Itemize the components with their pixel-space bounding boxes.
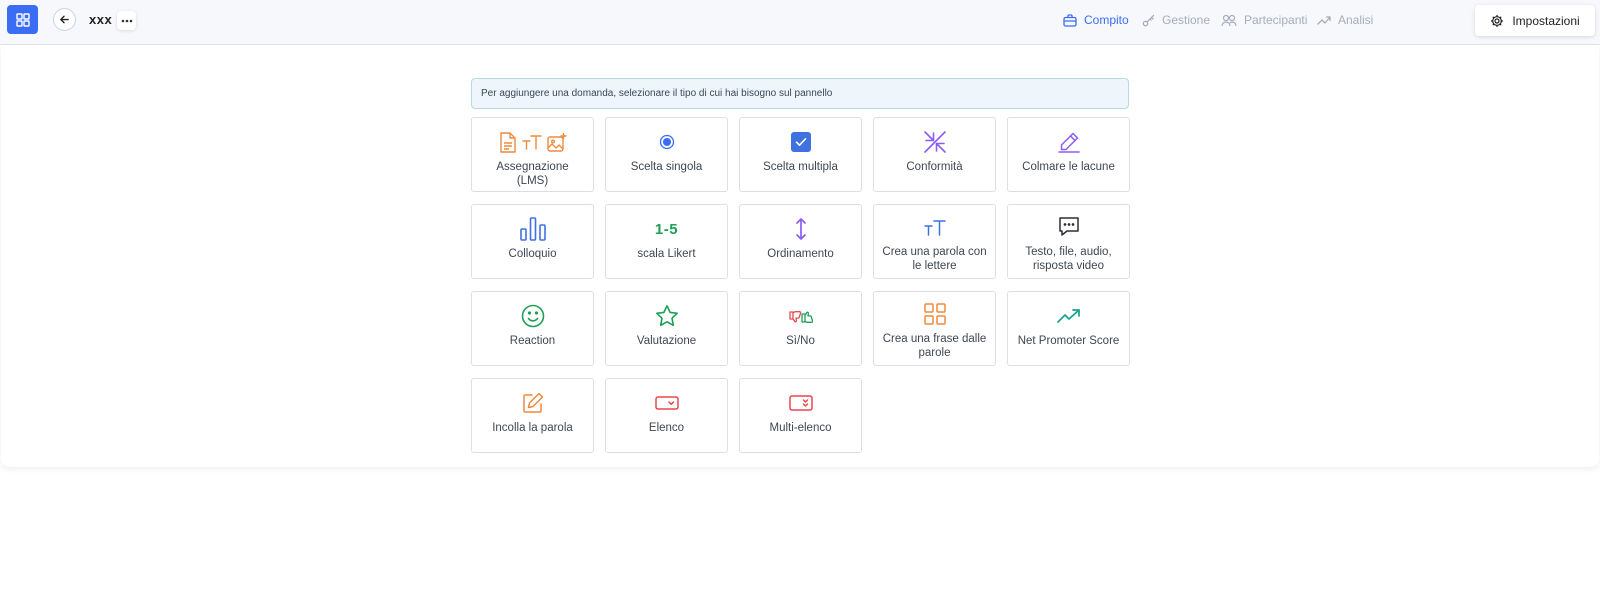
tile-scelta-multipla[interactable]: Scelta multipla xyxy=(739,117,862,192)
star-icon xyxy=(655,305,678,327)
ellipsis-icon xyxy=(121,19,132,22)
multi-dropdown-icon xyxy=(788,395,813,411)
tile-scelta-singola[interactable]: Scelta singola xyxy=(605,117,728,192)
tab-analisi[interactable]: Analisi xyxy=(1317,0,1373,40)
tile-reaction[interactable]: Reaction xyxy=(471,291,594,366)
settings-label: Impostazioni xyxy=(1512,13,1580,28)
tile-assegnazione-lms[interactable]: Assegnazione (LMS) xyxy=(471,117,594,192)
tile-testo-file-audio-video[interactable]: Testo, file, audio, risposta video xyxy=(1007,204,1130,279)
assignment-icons xyxy=(499,128,567,156)
tile-label: Reaction xyxy=(509,335,556,347)
tile-label: Conformità xyxy=(906,161,963,173)
tab-compito[interactable]: Compito xyxy=(1063,0,1129,40)
grid-icon xyxy=(923,303,946,325)
tab-gestione[interactable]: Gestione xyxy=(1142,0,1210,40)
project-title: xxx xyxy=(89,12,113,27)
tile-label: Scelta multipla xyxy=(763,161,838,173)
tab-analisi-label: Analisi xyxy=(1338,13,1374,27)
tile-multi-elenco[interactable]: Multi-elenco xyxy=(739,378,862,453)
tile-net-promoter-score[interactable]: Net Promoter Score xyxy=(1007,291,1130,366)
sort-arrows-icon xyxy=(795,218,806,240)
tile-crea-frase-parole[interactable]: Crea una frase dalle parole xyxy=(873,291,996,366)
edit-icon xyxy=(522,392,543,413)
smile-icon xyxy=(521,304,544,328)
tile-label: Net Promoter Score xyxy=(1017,335,1120,347)
users-icon xyxy=(1221,14,1237,26)
tab-gestione-label: Gestione xyxy=(1162,13,1211,27)
tab-partecipanti[interactable]: Partecipanti xyxy=(1221,0,1307,40)
tile-label: Sì/No xyxy=(786,335,815,347)
tile-label: Crea una frase dalle parole xyxy=(882,333,987,359)
briefcase-icon xyxy=(1063,13,1077,27)
back-button[interactable] xyxy=(53,8,76,31)
likert-icon: 1-5 xyxy=(654,220,679,238)
settings-button[interactable]: Impostazioni xyxy=(1475,5,1595,36)
more-options-button[interactable] xyxy=(117,11,136,30)
tile-label: Colmare le lacune xyxy=(1022,161,1115,173)
apps-grid-icon xyxy=(15,12,30,27)
tile-label: Valutazione xyxy=(636,335,697,347)
text-size-icon xyxy=(923,219,946,236)
tile-valutazione[interactable]: Valutazione xyxy=(605,291,728,366)
tile-label: Incolla la parola xyxy=(492,422,573,434)
tile-label: Assegnazione (LMS) xyxy=(496,161,569,187)
tab-compito-label: Compito xyxy=(1084,13,1129,27)
message-icon xyxy=(1058,217,1079,236)
bar-chart-icon xyxy=(519,217,546,241)
document-icon xyxy=(499,131,516,153)
trending-icon xyxy=(1317,15,1331,25)
tile-label: scala Likert xyxy=(637,248,696,260)
tile-label: Elenco xyxy=(648,422,685,434)
checkbox-icon xyxy=(790,132,811,152)
pencil-icon xyxy=(1057,132,1080,153)
tile-incolla-la-parola[interactable]: Incolla la parola xyxy=(471,378,594,453)
tile-label: Multi-elenco xyxy=(769,422,832,434)
thumbs-icon xyxy=(788,311,813,323)
tile-ordinamento[interactable]: Ordinamento xyxy=(739,204,862,279)
apps-menu-button[interactable] xyxy=(7,5,38,34)
tile-label: Crea una parola con le lettere xyxy=(882,246,987,272)
tile-colloquio[interactable]: Colloquio xyxy=(471,204,594,279)
trend-up-icon xyxy=(1056,309,1080,323)
tile-crea-parola-lettere[interactable]: Crea una parola con le lettere xyxy=(873,204,996,279)
tab-partecipanti-label: Partecipanti xyxy=(1244,13,1308,27)
gear-icon xyxy=(1491,14,1504,27)
image-add-icon xyxy=(546,132,567,152)
tile-conformita[interactable]: Conformità xyxy=(873,117,996,192)
arrows-in-icon xyxy=(923,131,946,153)
tile-label: Scelta singola xyxy=(630,161,703,173)
radio-icon xyxy=(659,134,674,150)
tile-scala-likert[interactable]: 1-5 scala Likert xyxy=(605,204,728,279)
tile-colmare-le-lacune[interactable]: Colmare le lacune xyxy=(1007,117,1130,192)
text-size-icon xyxy=(521,135,542,150)
tile-elenco[interactable]: Elenco xyxy=(605,378,728,453)
hint-banner: Per aggiungere una domanda, selezionare … xyxy=(471,78,1129,109)
tile-label: Testo, file, audio, risposta video xyxy=(1025,246,1112,272)
tile-label: Colloquio xyxy=(508,248,557,260)
dropdown-icon xyxy=(654,396,679,410)
key-icon xyxy=(1142,14,1155,26)
arrow-left-icon xyxy=(60,15,69,24)
top-bar: xxx Compito Gestione Partecipanti Analis… xyxy=(0,0,1600,45)
tile-label: Ordinamento xyxy=(767,248,834,260)
tile-si-no[interactable]: Sì/No xyxy=(739,291,862,366)
